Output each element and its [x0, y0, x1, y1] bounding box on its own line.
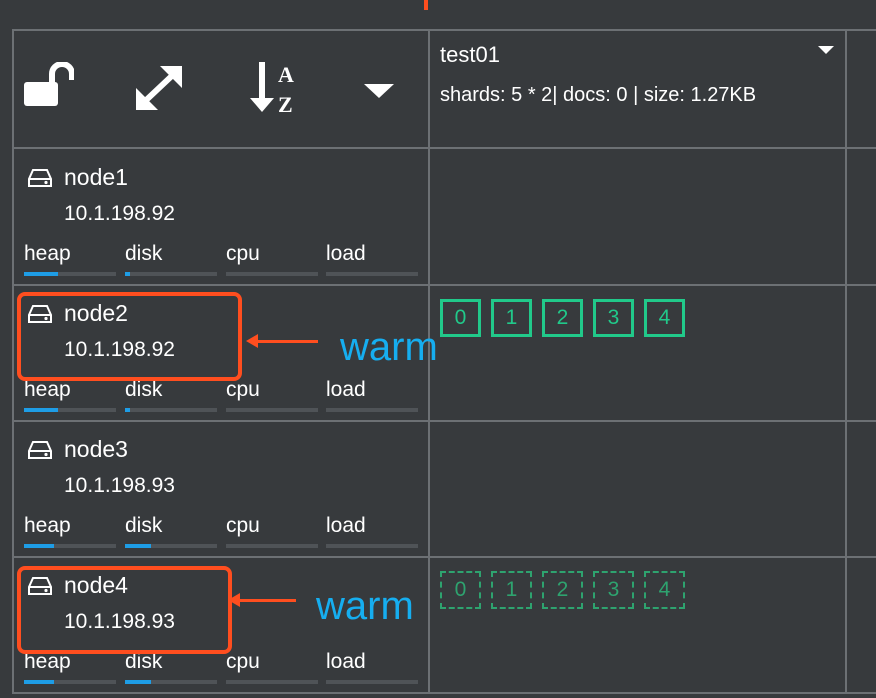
metric-bar-fill-heap [24, 272, 59, 276]
metric-bar-disk [125, 544, 217, 548]
node2-arrow [246, 334, 318, 348]
index-stats: shards: 5 * 2| docs: 0 | size: 1.27KB [440, 84, 757, 106]
sort-az-icon[interactable]: A Z [248, 58, 304, 121]
index-menu-caret-icon[interactable] [818, 46, 834, 54]
metric-bar-fill-heap [24, 680, 55, 684]
metric-bar-load [326, 544, 418, 548]
node-name[interactable]: node1 [64, 164, 128, 191]
replica-shard-4[interactable]: 4 [644, 571, 685, 609]
primary-shard-0[interactable]: 0 [440, 299, 481, 337]
metric-bar-disk [125, 680, 217, 684]
expand-icon[interactable] [134, 64, 184, 117]
metric-label-load: load [326, 650, 366, 673]
metric-bar-cpu [226, 544, 318, 548]
metric-label-cpu: cpu [226, 514, 260, 537]
metric-label-load: load [326, 378, 366, 401]
primary-shard-1[interactable]: 1 [491, 299, 532, 337]
metric-bar-disk [125, 272, 217, 276]
metric-bar-fill-disk [125, 680, 151, 684]
replica-shard-1[interactable]: 1 [491, 571, 532, 609]
metric-bar-cpu [226, 272, 318, 276]
metric-label-cpu: cpu [226, 650, 260, 673]
metric-label-disk: disk [125, 242, 163, 265]
top-annotation-mark [424, 0, 428, 10]
metric-bar-cpu [226, 680, 318, 684]
metric-bar-fill-disk [125, 408, 130, 412]
metric-bar-load [326, 408, 418, 412]
primary-shard-3[interactable]: 3 [593, 299, 634, 337]
server-icon [28, 168, 52, 193]
metric-label-heap: heap [24, 378, 71, 401]
node4-warm-note: warm [316, 584, 414, 628]
node2-highlight-box [17, 292, 242, 381]
primary-shard-2[interactable]: 2 [542, 299, 583, 337]
metric-label-heap: heap [24, 514, 71, 537]
metric-label-load: load [326, 514, 366, 537]
node4-arrow [228, 593, 296, 607]
metric-label-cpu: cpu [226, 242, 260, 265]
metric-bar-heap [24, 272, 116, 276]
primary-shard-4[interactable]: 4 [644, 299, 685, 337]
replica-shard-0[interactable]: 0 [440, 571, 481, 609]
node4-highlight-box [17, 566, 232, 654]
sort-letter-a: A [278, 62, 294, 87]
node-ip: 10.1.198.92 [64, 202, 175, 225]
node-ip: 10.1.198.93 [64, 474, 175, 497]
metric-label-disk: disk [125, 378, 163, 401]
metric-bar-fill-heap [24, 408, 59, 412]
metric-label-load: load [326, 242, 366, 265]
replica-shard-2[interactable]: 2 [542, 571, 583, 609]
metric-bar-load [326, 272, 418, 276]
metric-bar-heap [24, 408, 116, 412]
node2-warm-note: warm [340, 325, 438, 369]
caret-down-icon[interactable] [362, 82, 396, 105]
metric-bar-disk [125, 408, 217, 412]
node-name[interactable]: node3 [64, 436, 128, 463]
metric-bar-fill-disk [125, 272, 130, 276]
metric-bar-fill-heap [24, 544, 55, 548]
node-row-node1[interactable]: node1 10.1.198.92 heap disk cpu load [14, 150, 428, 285]
metric-bar-heap [24, 544, 116, 548]
metric-label-heap: heap [24, 242, 71, 265]
metric-bar-load [326, 680, 418, 684]
server-icon [28, 440, 52, 465]
metric-bar-heap [24, 680, 116, 684]
metric-bar-fill-disk [125, 544, 151, 548]
metric-bar-cpu [226, 408, 318, 412]
metric-label-disk: disk [125, 514, 163, 537]
unlock-icon[interactable] [22, 61, 75, 113]
index-name[interactable]: test01 [440, 42, 500, 68]
metric-label-cpu: cpu [226, 378, 260, 401]
replica-shard-3[interactable]: 3 [593, 571, 634, 609]
sort-letter-z: Z [278, 92, 293, 116]
node-row-node3[interactable]: node3 10.1.198.93 heap disk cpu load [14, 422, 428, 557]
